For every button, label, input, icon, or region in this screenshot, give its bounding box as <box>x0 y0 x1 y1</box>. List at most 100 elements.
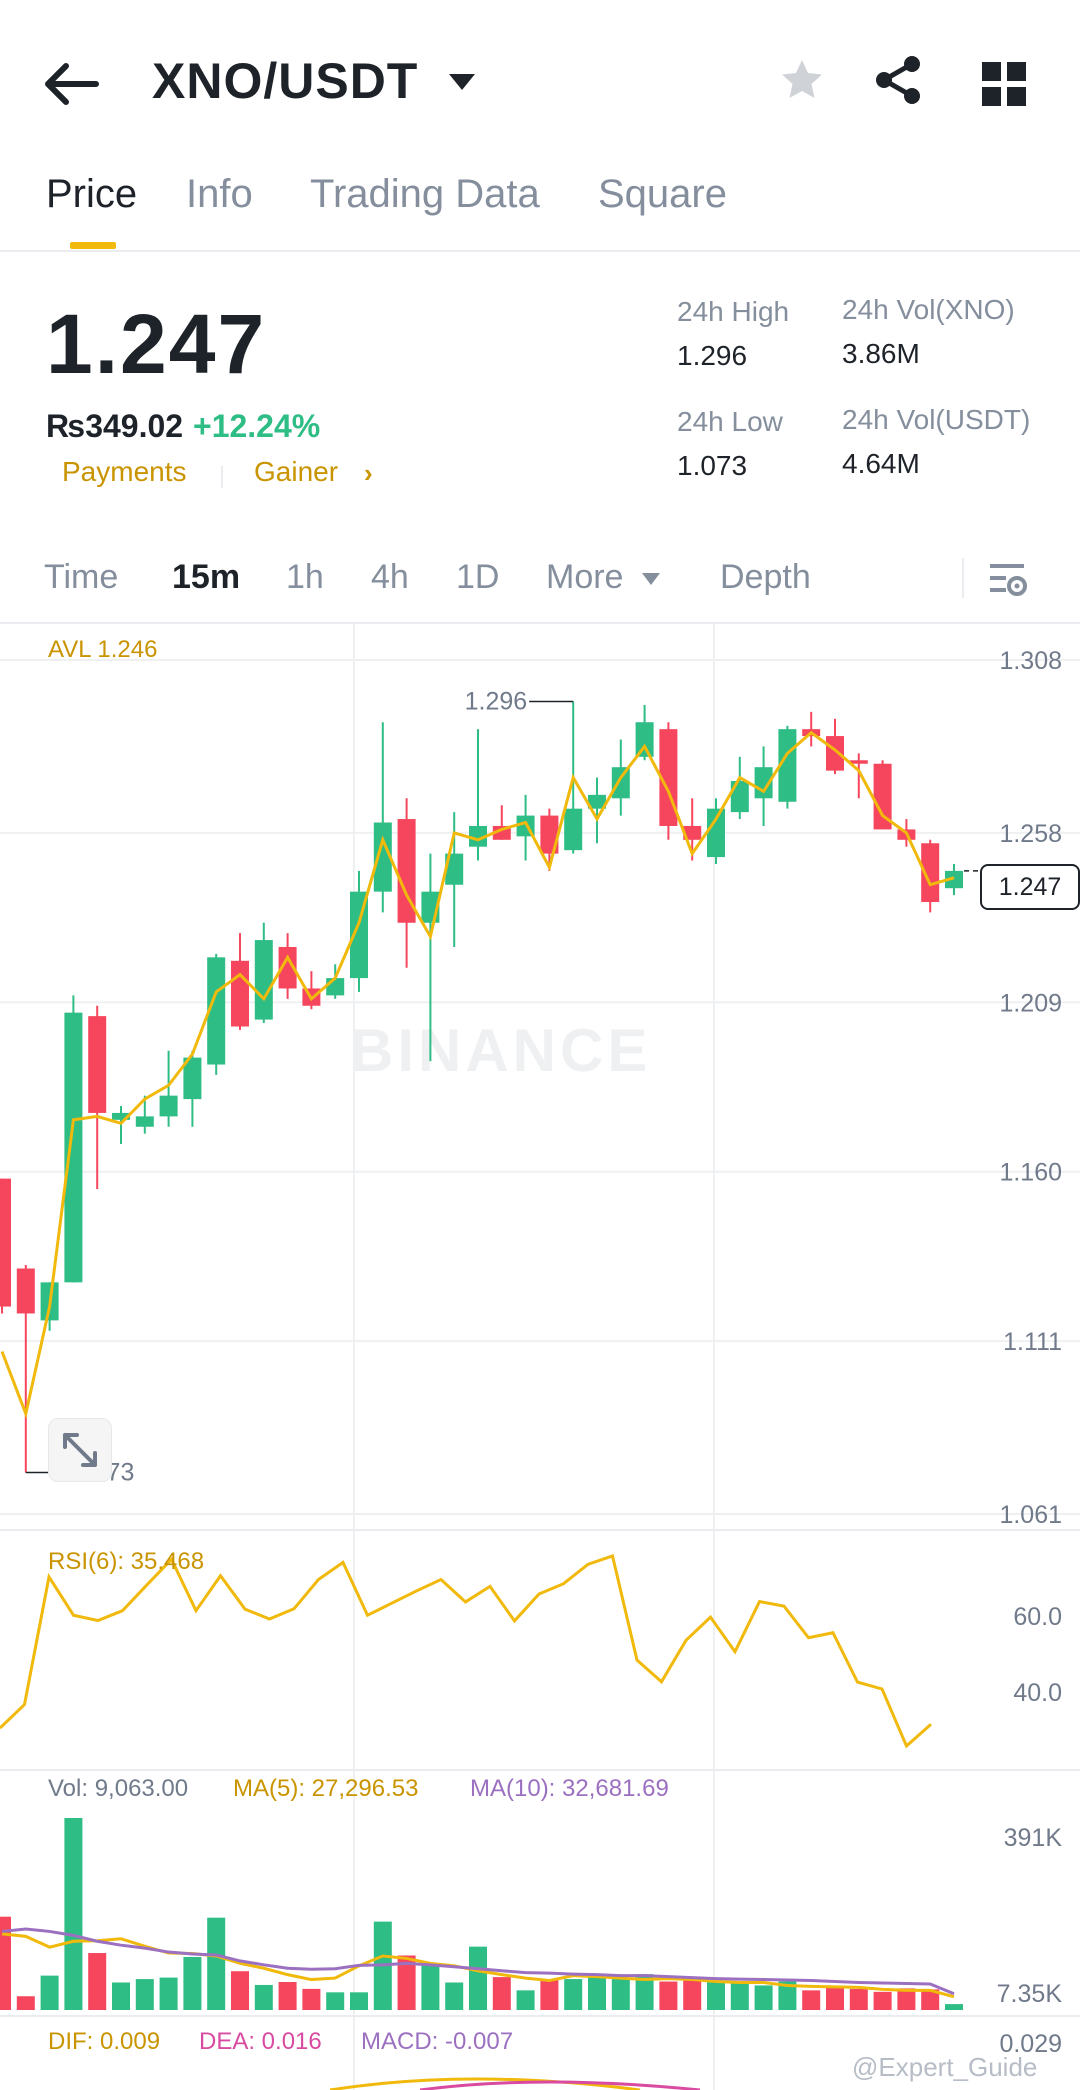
volume-bar <box>112 1982 130 2010</box>
volume-label: Vol: 9,063.00 <box>48 1775 189 1802</box>
macd-value-label: MACD: -0.007 <box>361 2028 514 2055</box>
candle-body <box>135 1116 154 1127</box>
tag-divider <box>221 466 223 488</box>
interval-1d[interactable]: 1D <box>456 558 499 597</box>
macd-dea-label: DEA: 0.016 <box>199 2028 322 2055</box>
tab-info[interactable]: Info <box>186 172 253 217</box>
candle-body <box>826 736 844 771</box>
interval-depth[interactable]: Depth <box>720 558 811 597</box>
y-tick-label: 1.111 <box>1003 1328 1062 1356</box>
tab-trading-data[interactable]: Trading Data <box>310 172 540 217</box>
volume-bar <box>826 1987 844 2010</box>
y-tick-label: 1.160 <box>999 1159 1062 1187</box>
candle-body <box>707 808 725 858</box>
active-tab-indicator <box>70 242 116 249</box>
volume-bar <box>611 1979 630 2010</box>
chart-settings-icon[interactable] <box>988 560 1028 603</box>
volume-bar <box>683 1980 702 2010</box>
volume-bar <box>540 1979 559 2010</box>
rsi-tick-label: 40.0 <box>1013 1679 1062 1707</box>
share-icon[interactable] <box>872 54 924 111</box>
stat-vol-base-label: 24h Vol(XNO) <box>842 294 1015 325</box>
expand-chart-icon[interactable] <box>48 1418 112 1482</box>
candle-body <box>254 940 273 1020</box>
divider <box>962 558 964 598</box>
volume-bar <box>873 1991 892 2010</box>
avl-label: AVL 1.246 <box>48 636 158 663</box>
macd-dif-label: DIF: 0.009 <box>48 2028 161 2055</box>
volume-bar <box>159 1977 178 2010</box>
volume-bar <box>802 1990 821 2010</box>
rsi-tick-label: 60.0 <box>1013 1603 1062 1631</box>
volume-bar <box>849 1988 868 2010</box>
volume-bar <box>516 1990 535 2010</box>
candle-body <box>635 722 654 757</box>
tab-price[interactable]: Price <box>46 172 137 217</box>
volume-bar <box>135 1979 154 2010</box>
rsi-line <box>0 1554 932 1749</box>
stat-vol-quote-label: 24h Vol(USDT) <box>842 404 1031 435</box>
back-arrow-icon[interactable] <box>40 54 106 114</box>
fiat-price: ₨349.02 <box>46 408 184 444</box>
volume-ma10-label: MA(10): 32,681.69 <box>470 1775 669 1802</box>
volume-bar <box>659 1981 678 2010</box>
last-price: 1.247 <box>46 297 267 391</box>
volume-bar <box>754 1985 773 2010</box>
volume-bar <box>302 1988 321 2010</box>
change-percent: +12.24% <box>193 408 321 444</box>
volume-bar <box>207 1917 226 2010</box>
candle-body <box>88 1016 107 1113</box>
volume-bar <box>492 1977 511 2010</box>
chevron-right-icon[interactable]: › <box>364 458 373 489</box>
interval-15m[interactable]: 15m <box>172 558 240 597</box>
stat-vol-quote-value: 4.64M <box>842 448 920 479</box>
volume-bar <box>421 1964 440 2010</box>
divider <box>0 250 1080 252</box>
candle-body <box>16 1268 35 1314</box>
volume-bar <box>231 1971 249 2010</box>
volume-bar <box>278 1982 297 2010</box>
volume-bar <box>183 1956 202 2010</box>
interval-time[interactable]: Time <box>44 558 118 597</box>
rsi-label: RSI(6): 35.468 <box>48 1548 205 1575</box>
grid-layout-icon[interactable] <box>982 62 1026 111</box>
stat-high-label: 24h High <box>677 296 790 327</box>
interval-1h[interactable]: 1h <box>286 558 324 597</box>
interval-more[interactable]: More <box>546 558 623 597</box>
macd-dea-line <box>419 2080 701 2090</box>
tab-square[interactable]: Square <box>598 172 727 217</box>
favorite-star-icon[interactable] <box>778 56 826 109</box>
volume-bar <box>564 1979 583 2010</box>
stat-low-value: 1.073 <box>677 450 748 481</box>
stat-high-value: 1.296 <box>677 340 748 371</box>
pair-dropdown-caret-icon[interactable] <box>447 72 477 97</box>
tag-payments[interactable]: Payments <box>62 456 187 488</box>
volume-bar <box>350 1992 368 2010</box>
y-tick-label: 1.209 <box>999 989 1062 1017</box>
credit-watermark: @Expert_Guide <box>852 2052 1038 2082</box>
volume-bar <box>730 1981 749 2010</box>
pair-title[interactable]: XNO/USDT <box>152 52 418 110</box>
candlestick-chart[interactable]: 1.3081.2581.2091.1601.1111.0611.2961.073… <box>0 624 1080 2090</box>
volume-bar <box>64 1818 83 2010</box>
candle-body <box>326 978 345 996</box>
candle-body <box>0 1178 11 1307</box>
interval-4h[interactable]: 4h <box>371 558 409 597</box>
volume-bar <box>469 1946 487 2010</box>
stat-vol-base-value: 3.86M <box>842 338 920 369</box>
volume-bar <box>88 1953 107 2010</box>
volume-bar <box>40 1975 59 2010</box>
more-dropdown-caret-icon[interactable] <box>641 572 661 591</box>
tag-gainer[interactable]: Gainer <box>254 456 338 488</box>
volume-bar <box>588 1973 606 2010</box>
candle-body <box>231 960 249 1027</box>
y-tick-label: 1.308 <box>999 647 1062 675</box>
volume-bar <box>254 1984 273 2010</box>
volume-tick-label: 7.35K <box>997 1980 1063 2008</box>
last-price-tag: 1.247 <box>980 864 1080 910</box>
high-marker-label: 1.296 <box>465 687 528 715</box>
volume-tick-label: 391K <box>1004 1824 1063 1852</box>
volume-ma5-label: MA(5): 27,296.53 <box>233 1775 419 1802</box>
volume-bar <box>326 1992 345 2010</box>
volume-bar <box>707 1981 725 2010</box>
